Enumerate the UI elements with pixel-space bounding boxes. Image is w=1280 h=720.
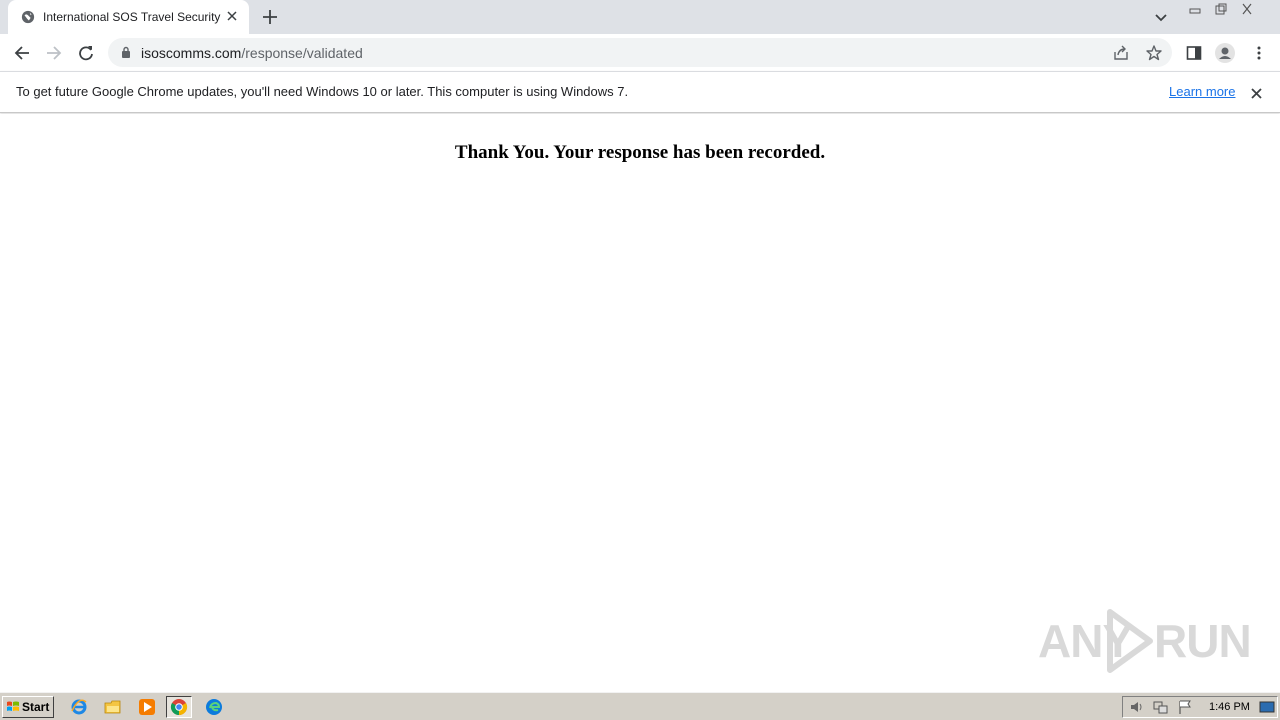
chevron-down-icon[interactable] (1152, 8, 1170, 26)
browser-toolbar: isoscomms.com/response/validated (0, 34, 1280, 71)
url-text: isoscomms.com/response/validated (141, 45, 363, 61)
back-icon[interactable] (11, 42, 33, 64)
address-bar[interactable]: isoscomms.com/response/validated (108, 38, 1172, 67)
tab-title: International SOS Travel Security (43, 10, 221, 24)
volume-icon[interactable] (1129, 699, 1145, 715)
close-infobar-icon[interactable] (1248, 85, 1264, 101)
start-button[interactable]: Start (2, 696, 54, 718)
watermark-right-text: RUN (1154, 615, 1252, 667)
reload-icon[interactable] (75, 42, 97, 64)
learn-more-link[interactable]: Learn more (1169, 84, 1235, 99)
share-icon[interactable] (1112, 44, 1130, 62)
action-center-flag-icon[interactable] (1177, 699, 1193, 715)
new-tab-icon[interactable] (260, 7, 280, 27)
media-player-icon[interactable] (134, 696, 160, 718)
system-tray: 1:46 PM (1122, 696, 1278, 718)
side-panel-icon[interactable] (1183, 42, 1205, 64)
page-content: Thank You. Your response has been record… (0, 114, 1280, 692)
taskbar-clock[interactable]: 1:46 PM (1209, 701, 1250, 713)
edge-icon[interactable] (201, 696, 227, 718)
globe-icon (21, 10, 35, 24)
window-controls (1182, 0, 1260, 18)
close-tab-icon[interactable] (224, 8, 240, 24)
windows-logo-icon (7, 701, 19, 711)
forward-icon[interactable] (43, 42, 65, 64)
bookmark-star-icon[interactable] (1145, 44, 1163, 62)
restore-icon[interactable] (1208, 0, 1234, 18)
profile-avatar-icon[interactable] (1214, 42, 1236, 64)
update-infobar: To get future Google Chrome updates, you… (0, 71, 1280, 113)
infobar-message: To get future Google Chrome updates, you… (16, 84, 629, 99)
lock-icon[interactable] (121, 46, 131, 59)
close-window-icon[interactable] (1234, 0, 1260, 18)
url-path: /response/validated (241, 45, 363, 61)
confirmation-heading: Thank You. Your response has been record… (454, 142, 826, 163)
minimize-icon[interactable] (1182, 0, 1208, 18)
internet-explorer-icon[interactable] (66, 696, 92, 718)
start-label: Start (22, 700, 50, 714)
menu-icon[interactable] (1248, 42, 1270, 64)
chrome-icon[interactable] (166, 696, 192, 718)
network-icon[interactable] (1153, 699, 1169, 715)
windows-taskbar: Start 1:46 PM (0, 692, 1280, 720)
play-logo-icon (1107, 609, 1153, 673)
show-desktop-icon[interactable] (1259, 699, 1275, 715)
url-domain: isoscomms.com (141, 45, 242, 61)
file-explorer-icon[interactable] (100, 696, 126, 718)
tab-strip: International SOS Travel Security (0, 0, 1280, 34)
anyrun-watermark: ANY RUN (1036, 608, 1252, 674)
browser-tab[interactable]: International SOS Travel Security (8, 0, 249, 34)
